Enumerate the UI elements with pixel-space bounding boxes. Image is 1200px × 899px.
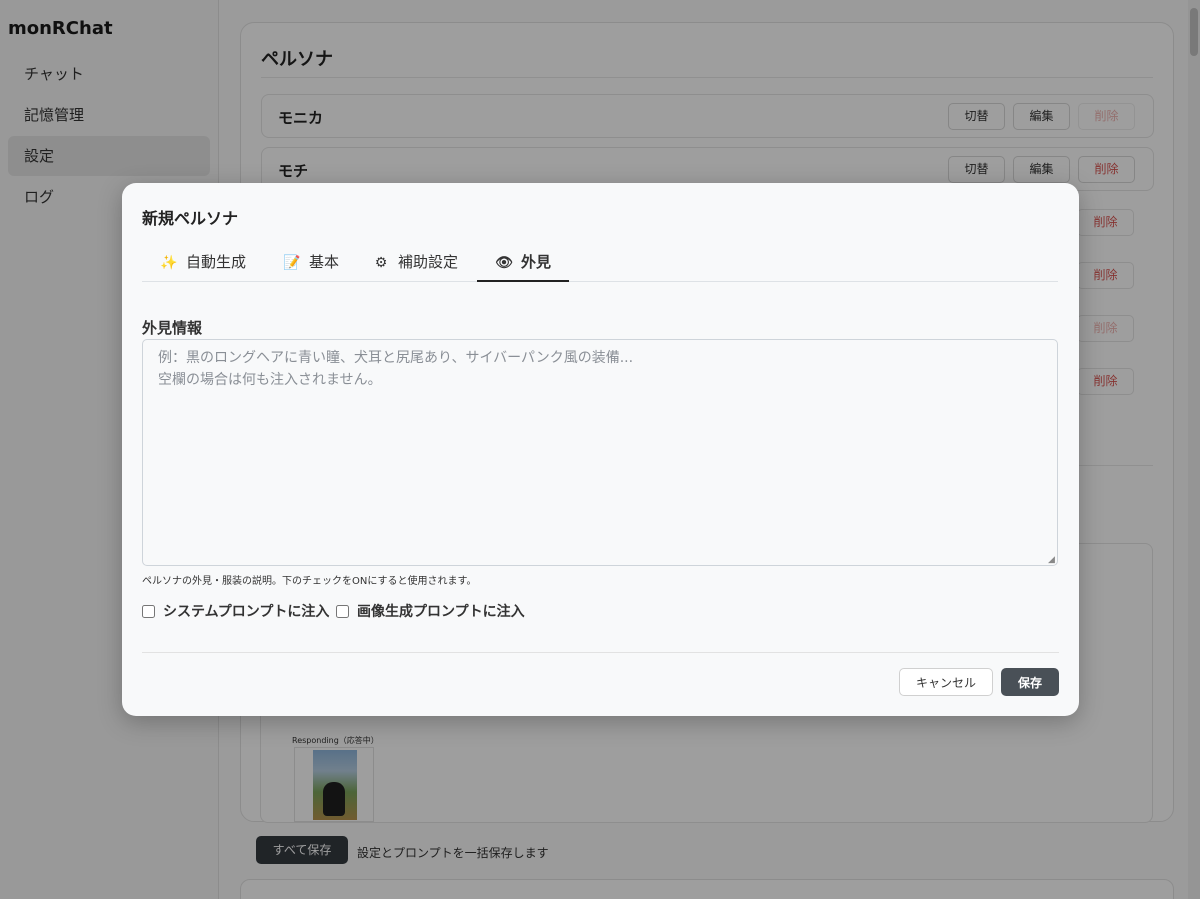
save-button[interactable]: 保存: [1001, 668, 1059, 696]
inject-system-prompt-checkbox[interactable]: [142, 604, 155, 618]
inject-image-prompt-option[interactable]: 画像生成プロンプトに注入: [336, 601, 525, 621]
modal-tabs: ✨ 自動生成 📝 基本 ⚙ 補助設定 👁 外見: [142, 243, 1058, 282]
tab-label: 外見: [521, 253, 552, 271]
help-text: ペルソナの外見・服装の説明。下のチェックをONにすると使用されます。: [142, 576, 477, 587]
resize-grip-icon[interactable]: ◢: [1048, 556, 1056, 565]
memo-icon: 📝: [283, 255, 301, 271]
tab-appearance[interactable]: 👁 外見: [477, 243, 570, 282]
tab-label: 補助設定: [398, 253, 459, 271]
inject-image-prompt-checkbox[interactable]: [336, 604, 349, 618]
appearance-textarea[interactable]: [142, 339, 1058, 566]
checkbox-label: システムプロンプトに注入: [163, 604, 330, 620]
checkbox-label: 画像生成プロンプトに注入: [357, 604, 525, 620]
gear-icon: ⚙: [374, 255, 388, 271]
new-persona-modal: 新規ペルソナ ✨ 自動生成 📝 基本 ⚙ 補助設定 👁 外見 外見情報 ◢ ペルソナの外…: [122, 183, 1079, 716]
inject-system-prompt-option[interactable]: システムプロンプトに注入: [142, 601, 329, 621]
divider: [142, 652, 1059, 653]
sparkles-icon: ✨: [160, 255, 178, 271]
tab-label: 自動生成: [186, 253, 247, 271]
appearance-field-label: 外見情報: [142, 319, 203, 337]
tab-aux-settings[interactable]: ⚙ 補助設定: [354, 243, 476, 282]
eye-icon: 👁: [495, 255, 513, 271]
tab-auto-generate[interactable]: ✨ 自動生成: [142, 243, 264, 282]
cancel-button[interactable]: キャンセル: [899, 668, 993, 696]
modal-title: 新規ペルソナ: [142, 209, 239, 228]
tab-label: 基本: [309, 253, 340, 271]
tab-basic[interactable]: 📝 基本: [265, 243, 357, 282]
